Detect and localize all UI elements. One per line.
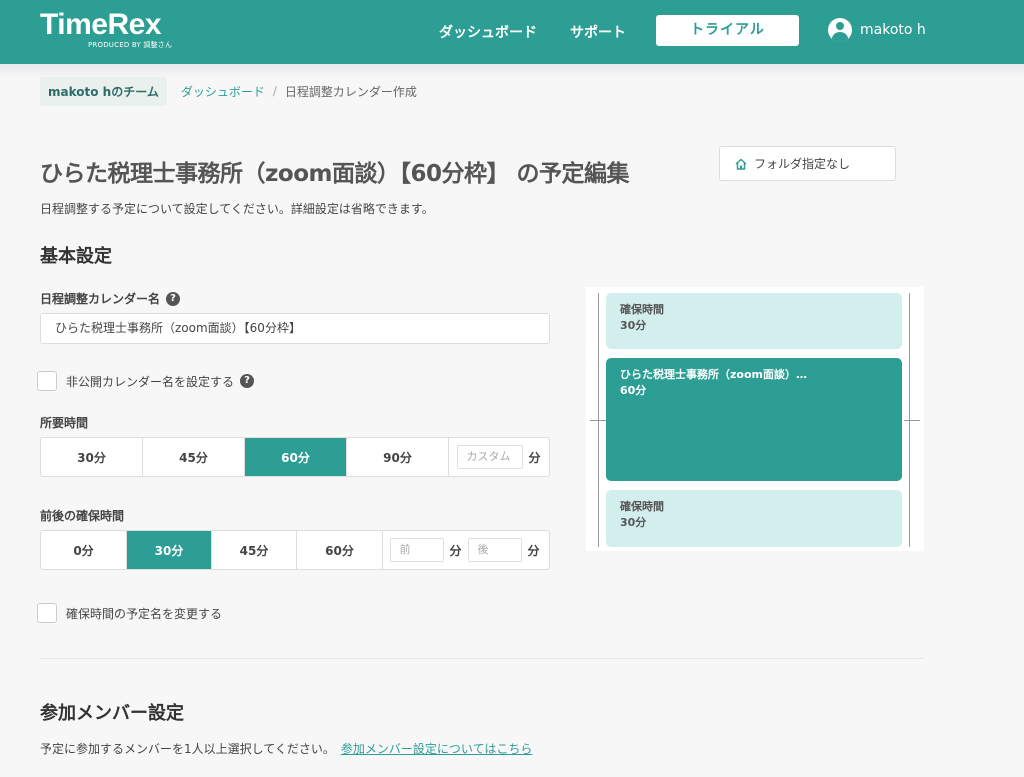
breadcrumb-current: 日程調整カレンダー作成 <box>284 84 417 99</box>
members-description: 予定に参加するメンバーを1人以上選択してください。 参加メンバー設定についてはこち… <box>40 740 532 757</box>
buffer-selector: 0分 30分 45分 60分 前 分 後 分 <box>40 530 550 570</box>
buffer-option-30[interactable]: 30分 <box>127 531 212 569</box>
private-name-label: 非公開カレンダー名を設定する <box>66 374 235 389</box>
calendar-name-label: 日程調整カレンダー名 ? <box>40 290 181 307</box>
trial-button[interactable]: トライアル <box>656 15 799 46</box>
buffer-label: 前後の確保時間 <box>40 507 124 524</box>
buffer-before-group: 前 分 <box>390 538 462 562</box>
basic-settings-title: 基本設定 <box>40 246 112 267</box>
folder-select-button[interactable]: フォルダ指定なし <box>719 146 896 181</box>
timerex-logo[interactable]: TimeRex PRODUCED BY 調整さん <box>40 8 172 50</box>
preview-buffer-before-duration: 30分 <box>620 319 647 332</box>
breadcrumb-separator: / <box>272 84 277 98</box>
members-settings-title: 参加メンバー設定 <box>40 703 184 724</box>
preview-buffer-before-title: 確保時間 <box>620 303 664 316</box>
duration-label-text: 所要時間 <box>40 416 89 430</box>
preview-event-duration: 60分 <box>620 384 647 397</box>
members-description-text: 予定に参加するメンバーを1人以上選択してください。 <box>40 742 335 756</box>
buffer-before-input[interactable]: 前 <box>390 538 445 562</box>
preview-event-title: ひらた税理士事務所（zoom面談）… <box>620 368 807 381</box>
private-name-checkbox[interactable] <box>37 371 57 391</box>
nav-dashboard-link[interactable]: ダッシュボード <box>439 22 537 42</box>
buffer-after-unit: 分 <box>527 543 540 558</box>
buffer-option-60[interactable]: 60分 <box>297 531 383 569</box>
preview-buffer-before: 確保時間 30分 <box>606 293 902 349</box>
home-icon <box>735 158 747 170</box>
logo-subtext: PRODUCED BY 調整さん <box>88 41 173 49</box>
buffer-after-group: 後 分 <box>468 538 540 562</box>
duration-option-60[interactable]: 60分 <box>245 438 347 476</box>
duration-unit: 分 <box>528 450 541 465</box>
duration-option-45[interactable]: 45分 <box>143 438 245 476</box>
duration-custom-input[interactable]: カスタム <box>457 445 524 469</box>
buffer-option-45[interactable]: 45分 <box>212 531 297 569</box>
buffer-after-input[interactable]: 後 <box>468 538 523 562</box>
top-header: TimeRex PRODUCED BY 調整さん ダッシュボード サポート トラ… <box>0 0 1024 64</box>
preview-buffer-after: 確保時間 30分 <box>606 490 902 547</box>
folder-label: フォルダ指定なし <box>754 157 851 171</box>
calendar-name-input[interactable]: ひらた税理士事務所（zoom面談）【60分枠】 <box>40 313 550 344</box>
breadcrumb-dashboard-link[interactable]: ダッシュボード <box>181 83 265 100</box>
help-icon[interactable]: ? <box>166 291 181 306</box>
buffer-option-0[interactable]: 0分 <box>41 531 127 569</box>
team-chip[interactable]: makoto hのチーム <box>40 76 167 106</box>
page-description: 日程調整する予定について設定してください。詳細設定は省略できます。 <box>40 202 434 216</box>
duration-option-30[interactable]: 30分 <box>41 438 143 476</box>
buffer-label-text: 前後の確保時間 <box>40 509 125 523</box>
duration-option-90[interactable]: 90分 <box>347 438 449 476</box>
nav-support-link[interactable]: サポート <box>570 22 626 42</box>
user-name: makoto h <box>860 22 926 38</box>
help-icon[interactable]: ? <box>240 374 255 388</box>
user-menu[interactable]: makoto h <box>828 18 926 42</box>
buffer-rename-checkbox-row: 確保時間の予定名を変更する <box>37 603 222 623</box>
members-help-link[interactable]: 参加メンバー設定についてはこちら <box>341 742 532 756</box>
duration-custom: カスタム 分 <box>449 438 549 476</box>
preview-buffer-after-duration: 30分 <box>620 516 647 529</box>
breadcrumb: makoto hのチーム ダッシュボード / 日程調整カレンダー作成 <box>40 76 417 106</box>
logo-text: TimeRex <box>40 8 162 41</box>
page-title: ひらた税理士事務所（zoom面談）【60分枠】 の予定編集 <box>40 161 629 187</box>
buffer-rename-label: 確保時間の予定名を変更する <box>66 606 223 621</box>
buffer-custom: 前 分 後 分 <box>383 531 547 569</box>
duration-selector: 30分 45分 60分 90分 カスタム 分 <box>40 437 550 477</box>
user-avatar-icon <box>828 18 852 42</box>
buffer-rename-checkbox[interactable] <box>37 603 57 623</box>
private-name-checkbox-row: 非公開カレンダー名を設定する ? <box>37 371 255 391</box>
preview-buffer-after-title: 確保時間 <box>620 500 664 513</box>
buffer-before-unit: 分 <box>449 543 462 558</box>
preview-event: ひらた税理士事務所（zoom面談）… 60分 <box>606 358 902 481</box>
duration-label: 所要時間 <box>40 414 88 431</box>
calendar-name-label-text: 日程調整カレンダー名 <box>40 292 161 306</box>
schedule-preview: 確保時間 30分 ひらた税理士事務所（zoom面談）… 60分 確保時間 30分 <box>586 287 924 551</box>
section-divider <box>40 658 924 659</box>
preview-right-tick <box>904 420 920 421</box>
header-shadow <box>0 64 1024 78</box>
preview-left-tick <box>590 420 606 421</box>
